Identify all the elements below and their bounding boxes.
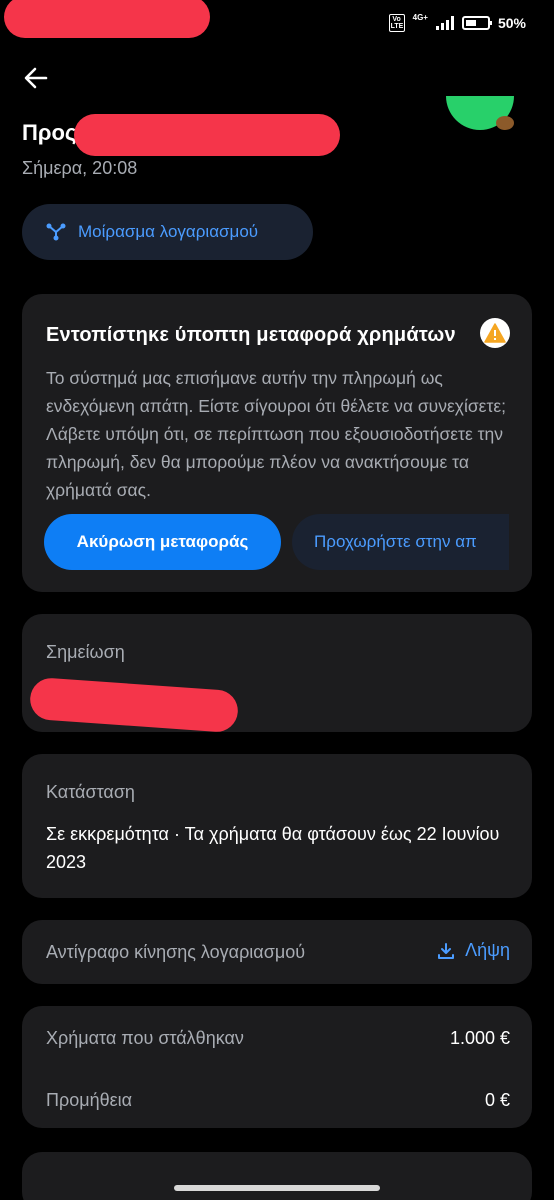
next-card bbox=[22, 1152, 532, 1200]
back-arrow-icon[interactable] bbox=[22, 64, 50, 92]
fee-value: 0 € bbox=[484, 1090, 510, 1110]
fee-label: Προμήθεια bbox=[46, 1090, 133, 1110]
alert-body: Το σύστημά μας επισήμανε αυτήν την πληρω… bbox=[46, 368, 507, 500]
warning-icon bbox=[480, 318, 510, 348]
volte-indicator: Vo LTE bbox=[388, 14, 405, 32]
redaction-mark bbox=[74, 114, 340, 156]
download-icon bbox=[438, 942, 455, 959]
note-label: Σημείωση bbox=[46, 642, 125, 662]
sent-value: 1.000 € bbox=[449, 1028, 510, 1048]
status-icons: Vo LTE 4G+ 50% bbox=[388, 12, 526, 32]
cancel-transfer-button[interactable]: Ακύρωση μεταφοράς bbox=[44, 514, 281, 570]
amount-card: Χρήματα που στάλθηκαν 1.000 € Προμήθεια … bbox=[22, 1006, 532, 1128]
battery-percent: 50% bbox=[497, 15, 526, 31]
share-account-label: Μοίρασμα λογαριασμού bbox=[78, 222, 259, 241]
statement-label: Αντίγραφο κίνησης λογαριασμού bbox=[46, 942, 306, 962]
alert-title: Εντοπίστηκε ύποπτη μεταφορά χρημάτων bbox=[46, 324, 456, 346]
page-title: Προς bbox=[22, 120, 77, 145]
fraud-alert-card: Εντοπίστηκε ύποπτη μεταφορά χρημάτων Το … bbox=[22, 294, 532, 592]
battery-icon bbox=[461, 16, 492, 30]
status-value: Σε εκκρεμότητα · Τα χρήματα θα φτάσουν έ… bbox=[46, 824, 500, 872]
proceed-button[interactable]: Προχωρήστε στην απ bbox=[292, 514, 532, 570]
download-label: Λήψη bbox=[465, 940, 510, 960]
transaction-date: Σήμερα, 20:08 bbox=[22, 158, 138, 178]
status-bar: Vo LTE 4G+ 50% bbox=[0, 0, 554, 50]
note-card: Σημείωση bbox=[22, 614, 532, 734]
home-indicator[interactable] bbox=[174, 1185, 380, 1191]
redaction-mark bbox=[4, 0, 210, 38]
share-account-button[interactable]: Μοίρασμα λογαριασμού bbox=[22, 204, 313, 260]
sent-label: Χρήματα που στάλθηκαν bbox=[46, 1028, 244, 1048]
signal-icon bbox=[435, 16, 454, 30]
recipient-avatar bbox=[446, 96, 514, 130]
avatar-badge bbox=[496, 116, 514, 130]
redaction-mark bbox=[28, 676, 240, 734]
split-icon bbox=[46, 223, 66, 241]
status-label: Κατάσταση bbox=[46, 782, 135, 802]
card-edge-mask bbox=[509, 494, 532, 592]
statement-card[interactable]: Αντίγραφο κίνησης λογαριασμού Λήψη bbox=[22, 920, 532, 984]
status-card: Κατάσταση Σε εκκρεμότητα · Τα χρήματα θα… bbox=[22, 754, 532, 898]
network-type: 4G+ bbox=[412, 12, 428, 22]
download-button[interactable]: Λήψη bbox=[437, 940, 510, 961]
